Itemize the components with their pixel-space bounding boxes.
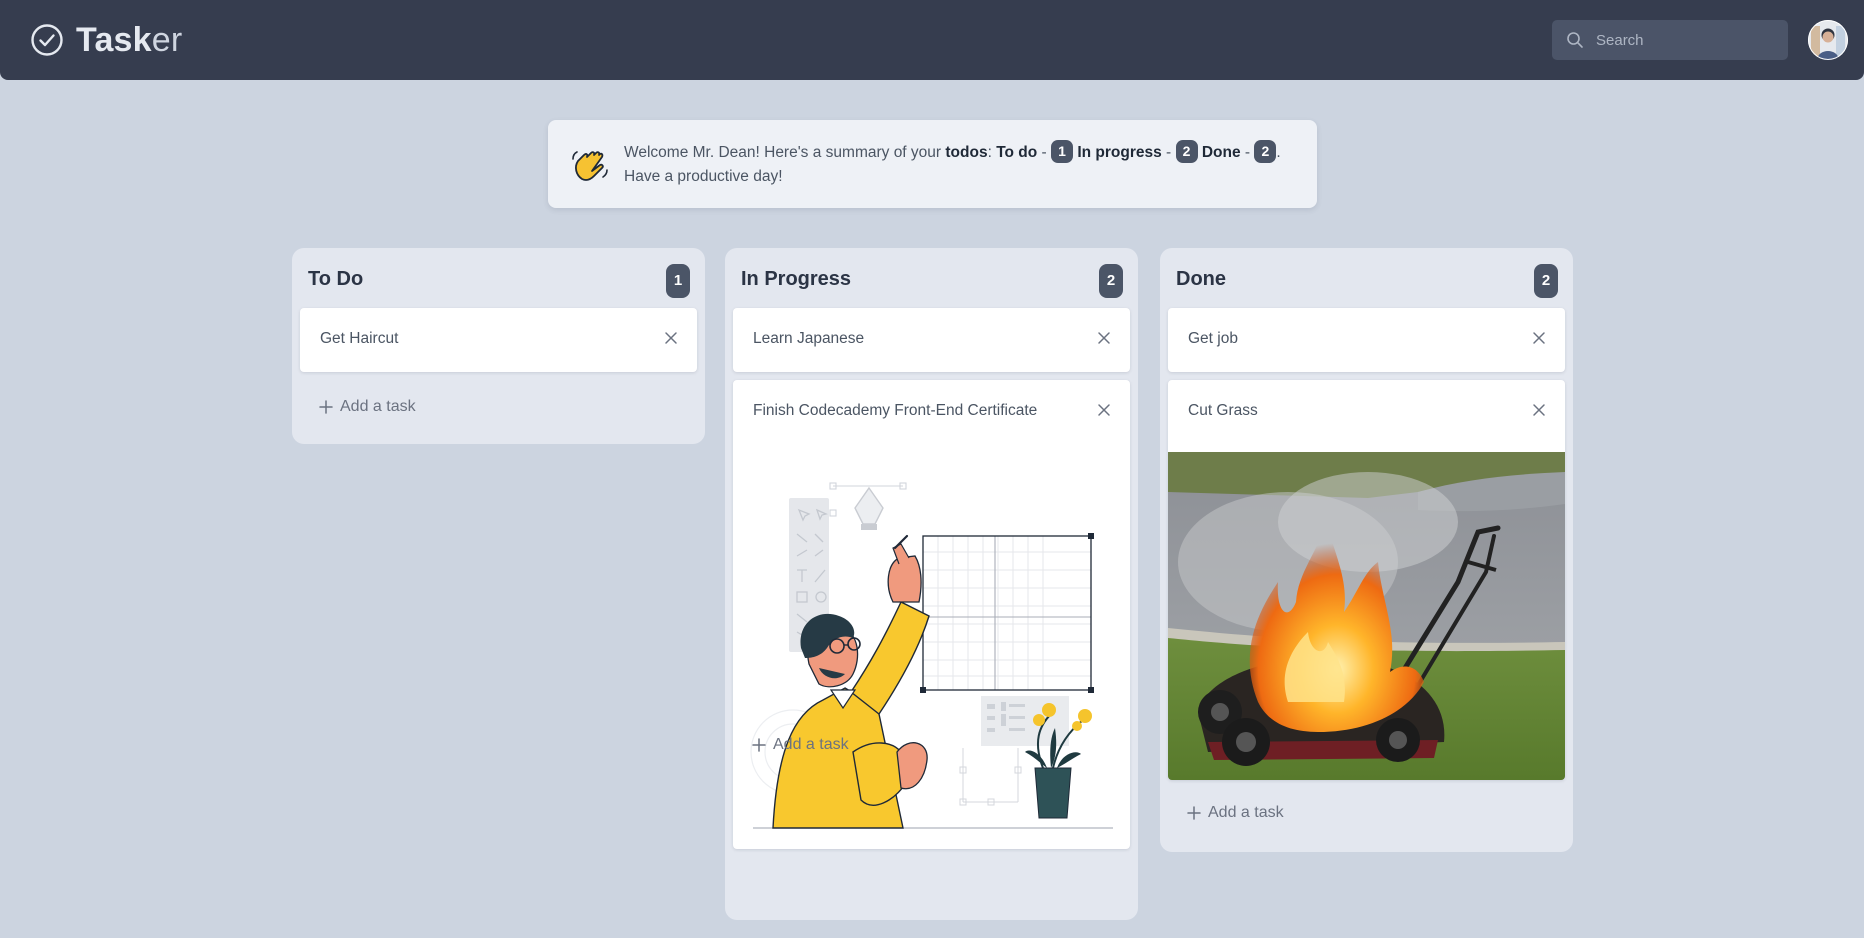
search-box[interactable] (1552, 20, 1788, 60)
user-avatar[interactable] (1808, 20, 1848, 60)
done-count-badge: 2 (1254, 140, 1277, 163)
task-card[interactable]: Get Haircut (300, 308, 697, 372)
designer-illustration (733, 452, 1130, 842)
add-task-button[interactable]: Add a task (318, 398, 416, 416)
close-icon[interactable] (1097, 331, 1111, 345)
add-task-button[interactable]: Add a task (751, 736, 849, 754)
brand-logo[interactable]: Tasker (30, 22, 182, 58)
done-label: Done (1201, 144, 1241, 161)
welcome-summary: Welcome Mr. Dean! Here's a summary of yo… (548, 120, 1317, 208)
app-name: Tasker (76, 22, 182, 58)
column-title: In Progress (741, 268, 852, 290)
todos-label: todos (945, 144, 988, 161)
add-task-label: Add a task (340, 398, 416, 415)
search-icon (1567, 32, 1583, 48)
todo-count-badge: 1 (1051, 140, 1074, 163)
welcome-greeting: Welcome Mr. Dean! Here's a summary of yo… (624, 144, 946, 161)
column-title: Done (1176, 268, 1226, 290)
plus-icon (752, 738, 766, 752)
app-name-strong: Task (76, 21, 152, 59)
column-in-progress: In Progress 2 Learn Japanese Finish Code… (725, 248, 1138, 920)
avatar-image (1808, 20, 1848, 60)
plus-icon (319, 400, 333, 414)
task-card[interactable]: Learn Japanese (733, 308, 1130, 372)
task-title: Learn Japanese (753, 330, 865, 347)
task-title: Get job (1188, 330, 1238, 347)
todo-label: To do (996, 144, 1038, 161)
task-title: Finish Codecademy Front-End Certificate (753, 402, 1038, 419)
column-count-badge: 2 (1534, 264, 1558, 298)
task-title: Cut Grass (1188, 402, 1258, 419)
add-task-button[interactable]: Add a task (1186, 804, 1284, 822)
top-navbar: Tasker (0, 0, 1864, 80)
waving-hand-icon (572, 151, 608, 181)
task-card[interactable]: Cut Grass (1168, 380, 1565, 780)
add-task-label: Add a task (773, 736, 849, 753)
check-circle-icon (31, 24, 63, 56)
column-done: Done 2 Get job Cut Grass Add a task (1160, 248, 1573, 852)
column-count-badge: 1 (666, 264, 690, 298)
close-icon[interactable] (1532, 331, 1546, 345)
close-icon[interactable] (1532, 403, 1546, 417)
task-title: Get Haircut (320, 330, 399, 347)
app-name-light: er (151, 21, 183, 59)
burning-lawn-mower-photo (1168, 452, 1565, 780)
task-card[interactable]: Get job (1168, 308, 1565, 372)
welcome-closing: Have a productive day! (624, 168, 783, 185)
search-input[interactable] (1596, 25, 1776, 55)
task-card[interactable]: Finish Codecademy Front-End Certificate (733, 380, 1130, 849)
in-progress-label: In progress (1077, 144, 1162, 161)
welcome-message: Welcome Mr. Dean! Here's a summary of yo… (624, 140, 1304, 189)
plus-icon (1187, 806, 1201, 820)
column-todo: To Do 1 Get Haircut Add a task (292, 248, 705, 444)
column-count-badge: 2 (1099, 264, 1123, 298)
add-task-label: Add a task (1208, 804, 1284, 821)
column-title: To Do (308, 268, 364, 290)
close-icon[interactable] (1097, 403, 1111, 417)
close-icon[interactable] (664, 331, 678, 345)
in-progress-count-badge: 2 (1175, 140, 1198, 163)
